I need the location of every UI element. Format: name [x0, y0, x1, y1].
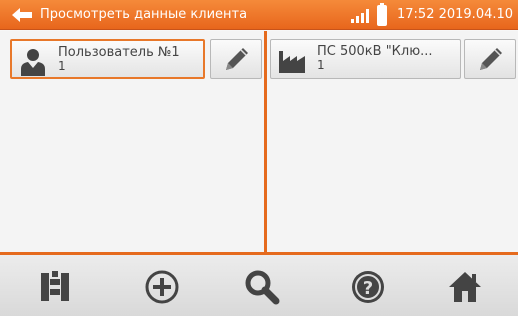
object-panel: ПС 500кВ "Клю... 1	[267, 31, 518, 252]
person-icon	[21, 49, 45, 76]
pencil-icon	[480, 48, 502, 70]
help-icon: ?	[352, 271, 384, 303]
tree-icon	[41, 271, 69, 301]
client-number: 1	[58, 59, 66, 73]
svg-text:?: ?	[363, 278, 373, 299]
search-icon	[245, 270, 280, 305]
object-name: ПС 500кВ "Клю...	[317, 44, 433, 59]
battery-icon	[377, 3, 387, 26]
signal-icon	[351, 9, 369, 23]
add-icon	[145, 270, 179, 304]
pencil-icon	[226, 48, 248, 70]
status-bar: Просмотреть данные клиента 17:52 2019.04…	[0, 0, 518, 30]
search-button[interactable]	[232, 263, 292, 313]
client-panel: Пользователь №1 1	[0, 31, 264, 252]
edit-object-button[interactable]	[464, 39, 516, 79]
home-icon	[449, 272, 481, 302]
tree-view-button[interactable]	[25, 263, 85, 313]
datetime: 17:52 2019.04.10	[397, 7, 514, 22]
client-card[interactable]: Пользователь №1 1	[10, 39, 205, 79]
client-name: Пользователь №1	[58, 45, 180, 60]
factory-icon	[279, 51, 305, 73]
object-card[interactable]: ПС 500кВ "Клю... 1	[270, 39, 461, 79]
back-arrow-icon[interactable]	[10, 6, 34, 24]
edit-client-button[interactable]	[210, 39, 262, 79]
window-title: Просмотреть данные клиента	[40, 7, 248, 22]
help-button[interactable]: ?	[338, 263, 398, 313]
bottom-toolbar: ?	[0, 252, 518, 316]
object-number: 1	[317, 58, 325, 72]
home-button[interactable]	[435, 263, 495, 313]
add-button[interactable]	[132, 263, 192, 313]
